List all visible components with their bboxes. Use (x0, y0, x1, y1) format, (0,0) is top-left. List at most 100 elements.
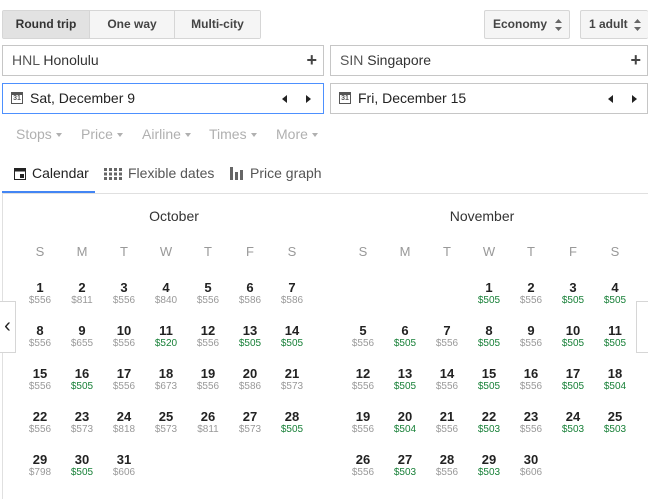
calendar-day[interactable]: 10 $556 (107, 323, 141, 350)
calendar-day[interactable]: 11 $505 (598, 323, 632, 350)
calendar-day[interactable]: 20 $586 (233, 366, 267, 393)
calendar-day[interactable]: 6 $586 (233, 280, 267, 307)
one-way-button[interactable]: One way (90, 11, 175, 38)
calendar-day[interactable]: 5 $556 (346, 323, 380, 350)
calendar-day[interactable]: 23 $573 (65, 409, 99, 436)
calendar-day[interactable]: 9 $556 (514, 323, 548, 350)
calendar-day[interactable]: 13 $505 (388, 366, 422, 393)
calendar-day[interactable]: 17 $556 (107, 366, 141, 393)
calendar-day[interactable]: 20 $504 (388, 409, 422, 436)
tab-calendar[interactable]: Calendar (2, 165, 95, 194)
calendar-day[interactable]: 16 $505 (65, 366, 99, 393)
add-destination-icon[interactable]: + (630, 46, 641, 75)
day-price: $556 (28, 338, 52, 349)
calendar-day[interactable]: 29 $503 (472, 452, 506, 479)
next-months-button[interactable] (636, 301, 648, 353)
calendar-day[interactable]: 23 $556 (514, 409, 548, 436)
depart-next-day-icon[interactable] (306, 95, 311, 103)
filter-airline[interactable]: Airline (142, 126, 191, 142)
day-number: 11 (159, 323, 173, 338)
calendar-day[interactable]: 26 $811 (191, 409, 225, 436)
day-price: $556 (435, 467, 459, 478)
day-number: 31 (116, 452, 132, 467)
up-down-arrows-icon (555, 19, 562, 31)
calendar-day[interactable]: 8 $505 (472, 323, 506, 350)
calendar-day[interactable]: 17 $505 (556, 366, 590, 393)
calendar-day[interactable]: 11 $520 (149, 323, 183, 350)
calendar-day[interactable]: 1 $556 (23, 280, 57, 307)
calendar-day[interactable]: 25 $573 (149, 409, 183, 436)
weekday-header: T (120, 244, 128, 259)
calendar-day[interactable]: 15 $556 (23, 366, 57, 393)
day-price: $505 (477, 338, 501, 349)
calendar-day[interactable]: 15 $505 (472, 366, 506, 393)
round-trip-button[interactable]: Round trip (3, 11, 90, 38)
day-price: $556 (196, 295, 220, 306)
calendar-day[interactable]: 30 $606 (514, 452, 548, 479)
calendar-day[interactable]: 6 $505 (388, 323, 422, 350)
calendar-day[interactable]: 22 $503 (472, 409, 506, 436)
calendar-day[interactable]: 13 $505 (233, 323, 267, 350)
destination-input[interactable]: SIN Singapore + (330, 45, 648, 76)
calendar-day[interactable]: 10 $505 (556, 323, 590, 350)
calendar-day[interactable]: 18 $504 (598, 366, 632, 393)
calendar-day[interactable]: 19 $556 (191, 366, 225, 393)
return-next-day-icon[interactable] (632, 95, 637, 103)
calendar-day[interactable]: 18 $673 (149, 366, 183, 393)
calendar-day[interactable]: 28 $556 (430, 452, 464, 479)
calendar-day[interactable]: 24 $818 (107, 409, 141, 436)
calendar-day[interactable]: 4 $505 (598, 280, 632, 307)
passengers-dropdown[interactable]: 1 adult (580, 10, 648, 39)
calendar-day[interactable]: 8 $556 (23, 323, 57, 350)
calendar-day[interactable]: 16 $556 (514, 366, 548, 393)
calendar-day[interactable]: 3 $505 (556, 280, 590, 307)
calendar-day[interactable]: 2 $556 (514, 280, 548, 307)
calendar-day[interactable]: 14 $505 (275, 323, 309, 350)
calendar-day[interactable]: 21 $573 (275, 366, 309, 393)
calendar-day[interactable]: 4 $840 (149, 280, 183, 307)
calendar-day[interactable]: 1 $505 (472, 280, 506, 307)
calendar-day[interactable]: 26 $556 (346, 452, 380, 479)
calendar-day[interactable]: 24 $503 (556, 409, 590, 436)
calendar-day[interactable]: 29 $798 (23, 452, 57, 479)
filter-stops[interactable]: Stops (16, 126, 62, 142)
day-number: 20 (397, 409, 413, 424)
depart-date-input[interactable]: 31 Sat, December 9 (2, 83, 324, 114)
calendar-day[interactable]: 27 $503 (388, 452, 422, 479)
calendar-day[interactable]: 12 $556 (346, 366, 380, 393)
depart-prev-day-icon[interactable] (282, 95, 287, 103)
calendar-day[interactable]: 28 $505 (275, 409, 309, 436)
multi-city-button[interactable]: Multi-city (175, 11, 260, 38)
filter-price[interactable]: Price (81, 126, 123, 142)
calendar-day[interactable]: 25 $503 (598, 409, 632, 436)
return-date-input[interactable]: 31 Fri, December 15 (330, 83, 648, 114)
day-price: $556 (519, 381, 543, 392)
calendar-icon: 31 (11, 92, 23, 104)
calendar-day[interactable]: 5 $556 (191, 280, 225, 307)
cabin-class-dropdown[interactable]: Economy (484, 10, 570, 39)
calendar-day[interactable]: 30 $505 (65, 452, 99, 479)
calendar-day[interactable]: 21 $556 (430, 409, 464, 436)
tab-flexible-dates[interactable]: Flexible dates (104, 165, 214, 193)
return-prev-day-icon[interactable] (608, 95, 613, 103)
calendar-day[interactable]: 7 $556 (430, 323, 464, 350)
calendar-day[interactable]: 12 $556 (191, 323, 225, 350)
calendar-day[interactable]: 7 $586 (275, 280, 309, 307)
filter-more[interactable]: More (276, 126, 318, 142)
calendar-day[interactable]: 2 $811 (65, 280, 99, 307)
filter-times[interactable]: Times (209, 126, 257, 142)
calendar-day[interactable]: 14 $556 (430, 366, 464, 393)
calendar-day[interactable]: 19 $556 (346, 409, 380, 436)
add-origin-icon[interactable]: + (306, 46, 317, 75)
day-number: 30 (74, 452, 90, 467)
calendar-day[interactable]: 22 $556 (23, 409, 57, 436)
calendar-day[interactable]: 9 $655 (65, 323, 99, 350)
tab-price-graph[interactable]: Price graph (230, 165, 322, 193)
calendar-day[interactable]: 31 $606 (107, 452, 141, 479)
origin-input[interactable]: HNL Honolulu + (2, 45, 324, 76)
weekday-header: S (35, 244, 45, 259)
previous-months-button[interactable]: ‹ (0, 301, 16, 353)
calendar-day[interactable]: 27 $573 (233, 409, 267, 436)
calendar-day[interactable]: 3 $556 (107, 280, 141, 307)
day-number: 7 (288, 280, 296, 295)
